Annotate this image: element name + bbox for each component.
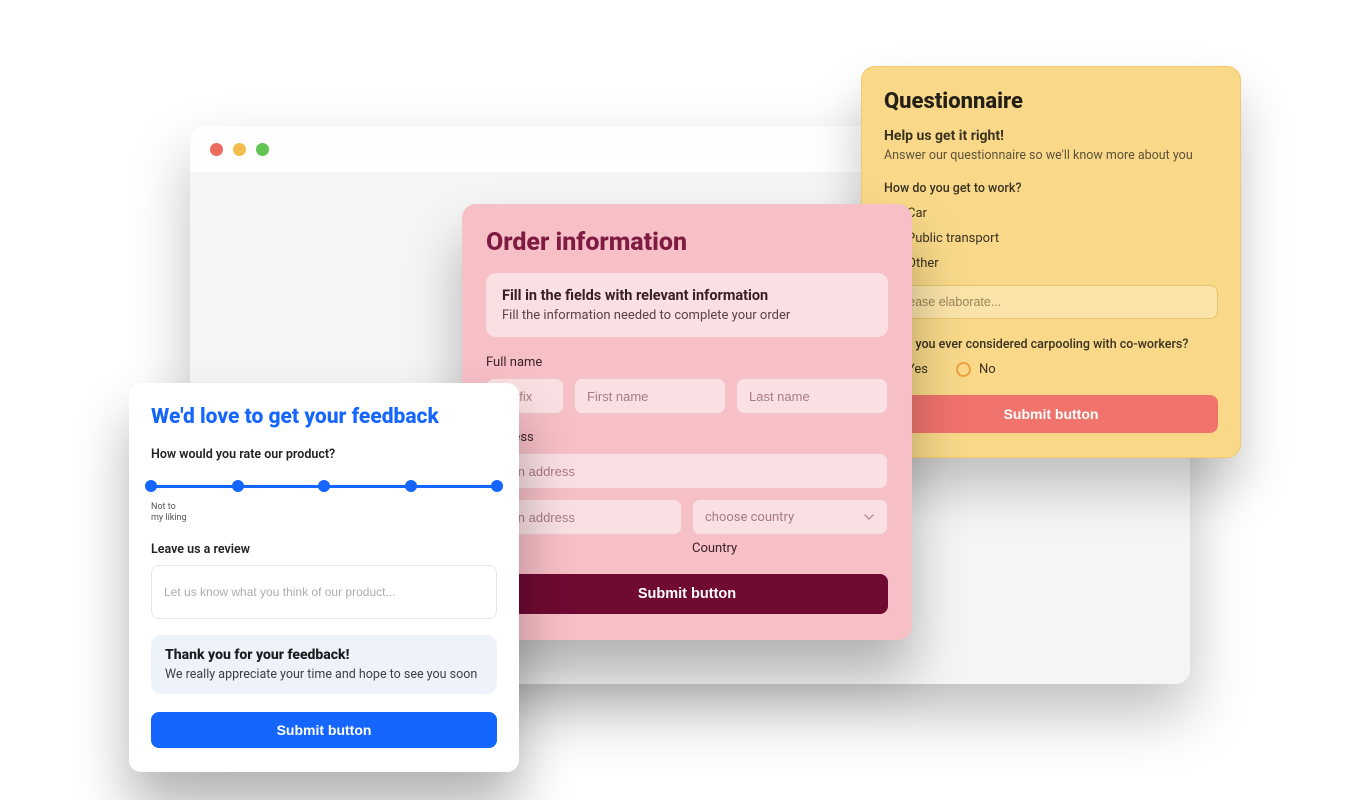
- thank-you-box: Thank you for your feedback! We really a…: [151, 635, 497, 694]
- order-title: Order information: [486, 228, 888, 257]
- slider-stop-5[interactable]: [491, 480, 503, 492]
- question-1: How do you get to work?: [884, 181, 1218, 196]
- slider-stop-2[interactable]: [232, 480, 244, 492]
- questionnaire-subtitle: Help us get it right!: [884, 128, 1218, 144]
- feedback-submit-button[interactable]: Submit button: [151, 712, 497, 748]
- radio-icon: [956, 362, 971, 377]
- window-minimize-dot[interactable]: [233, 143, 246, 156]
- full-name-label: Full name: [486, 355, 888, 370]
- first-name-input[interactable]: [574, 378, 726, 414]
- q2-options: Yes No: [884, 362, 1218, 377]
- feedback-title: We'd love to get your feedback: [151, 405, 497, 429]
- last-name-input[interactable]: [736, 378, 888, 414]
- questionnaire-card: Questionnaire Help us get it right! Answ…: [861, 66, 1241, 458]
- question-2: Have you ever considered carpooling with…: [884, 337, 1218, 352]
- rating-question: How would you rate our product?: [151, 447, 497, 462]
- order-card: Order information Fill in the fields wit…: [462, 204, 912, 640]
- elaborate-input[interactable]: [884, 285, 1218, 319]
- country-select[interactable]: choose country: [692, 499, 888, 535]
- feedback-card: We'd love to get your feedback How would…: [129, 383, 519, 772]
- slider-stop-3[interactable]: [318, 480, 330, 492]
- country-label: Country: [692, 541, 888, 556]
- chevron-down-icon: [863, 511, 875, 523]
- radio-label: No: [979, 362, 996, 377]
- slider-min-label: Not to my liking: [151, 502, 497, 524]
- order-box-subtitle: Fill the information needed to complete …: [502, 308, 872, 323]
- rating-slider[interactable]: [151, 476, 497, 496]
- city-country-labels: City Country: [486, 541, 888, 556]
- city-country-row: choose country: [486, 499, 888, 535]
- thanks-subtitle: We really appreciate your time and hope …: [165, 667, 483, 682]
- review-label: Leave us a review: [151, 542, 497, 557]
- order-submit-button[interactable]: Submit button: [486, 574, 888, 614]
- window-close-dot[interactable]: [210, 143, 223, 156]
- questionnaire-submit-button[interactable]: Submit button: [884, 395, 1218, 433]
- questionnaire-description: Answer our questionnaire so we'll know m…: [884, 148, 1218, 163]
- slider-stop-1[interactable]: [145, 480, 157, 492]
- address-input-1[interactable]: [486, 453, 888, 489]
- q1-options: Car Public transport Other: [884, 206, 1218, 271]
- order-instructions: Fill in the fields with relevant informa…: [486, 273, 888, 337]
- slider-stop-4[interactable]: [405, 480, 417, 492]
- order-box-title: Fill in the fields with relevant informa…: [502, 287, 872, 304]
- radio-other[interactable]: Other: [884, 256, 1218, 271]
- window-zoom-dot[interactable]: [256, 143, 269, 156]
- thanks-title: Thank you for your feedback!: [165, 647, 483, 663]
- full-name-row: [486, 378, 888, 414]
- address-label: Address: [486, 430, 888, 445]
- radio-label: Public transport: [907, 231, 999, 246]
- questionnaire-title: Questionnaire: [884, 89, 1218, 114]
- country-placeholder: choose country: [705, 510, 794, 525]
- radio-public-transport[interactable]: Public transport: [884, 231, 1218, 246]
- review-textarea[interactable]: [151, 565, 497, 619]
- radio-no[interactable]: No: [956, 362, 996, 377]
- radio-car[interactable]: Car: [884, 206, 1218, 221]
